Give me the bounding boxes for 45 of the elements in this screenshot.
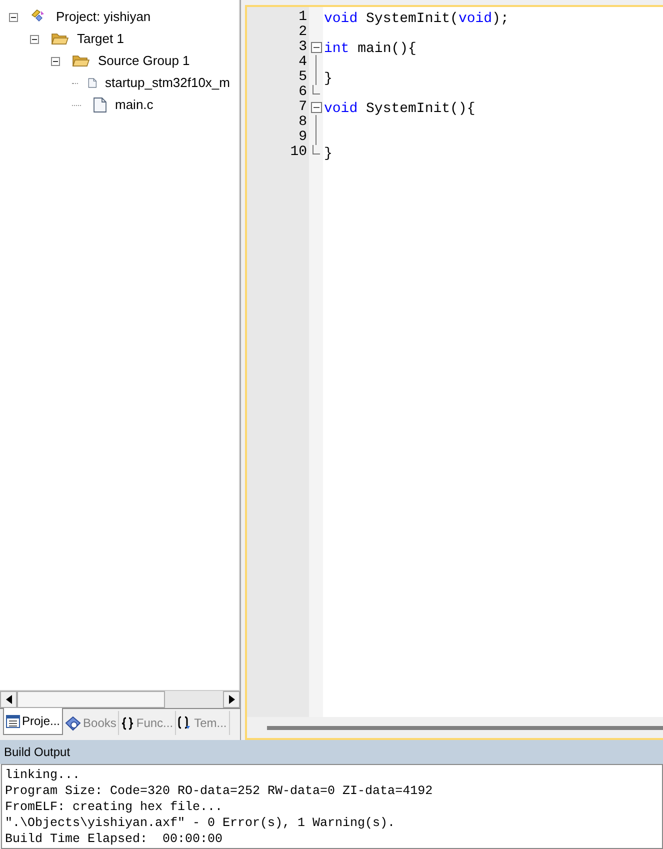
line-number: 7 xyxy=(298,100,307,115)
output-line: Program Size: Code=320 RO-data=252 RW-data=0 ZI-data=4192 xyxy=(5,783,433,799)
scroll-left-button[interactable] xyxy=(0,691,17,708)
left-arrow-icon xyxy=(6,695,12,704)
tree-item[interactable]: Target 1 xyxy=(77,29,124,49)
folder-icon xyxy=(72,54,90,68)
collapse-toggle[interactable] xyxy=(9,12,18,22)
code-line: void SystemInit(void); xyxy=(324,11,509,27)
tree-item[interactable]: Project: yishiyan xyxy=(56,7,151,27)
output-line: ".\Objects\yishiyan.axf" - 0 Error(s), 1 Warning(s). xyxy=(5,815,396,831)
line-number: 10 xyxy=(289,145,307,160)
line-number: 9 xyxy=(298,130,307,145)
panel-title: Build Output xyxy=(0,740,663,764)
output-line: FromELF: creating hex file... xyxy=(5,799,223,815)
collapse-toggle[interactable] xyxy=(30,34,39,44)
code-line: } xyxy=(324,146,332,162)
tree-item[interactable]: Source Group 1 xyxy=(98,51,190,71)
template-icon xyxy=(178,716,192,730)
code-line: void SystemInit(){ xyxy=(324,101,476,117)
scroll-thumb[interactable] xyxy=(267,726,663,730)
file-icon xyxy=(93,97,107,113)
line-number: 2 xyxy=(298,25,307,40)
line-number: 1 xyxy=(298,10,307,25)
code-line: } xyxy=(324,71,332,87)
braces-icon xyxy=(121,716,134,730)
line-number: 4 xyxy=(298,55,307,70)
panel-tab[interactable]: Proje... xyxy=(3,708,64,735)
right-arrow-icon xyxy=(228,695,234,704)
line-number: 6 xyxy=(298,85,307,100)
folder-icon xyxy=(51,32,69,46)
output-line: Build Time Elapsed: 00:00:00 xyxy=(5,831,223,847)
line-number: 3 xyxy=(298,40,307,55)
list-icon xyxy=(6,714,20,728)
horizontal-scrollbar[interactable] xyxy=(0,690,240,708)
tree-item[interactable]: startup_stm32f10x_m xyxy=(104,73,230,93)
scroll-right-button[interactable] xyxy=(223,691,240,708)
collapse-toggle[interactable] xyxy=(51,56,60,66)
fold-icon[interactable] xyxy=(310,42,322,53)
fold-icon[interactable] xyxy=(310,102,322,113)
scroll-thumb[interactable] xyxy=(17,691,165,708)
output-line: linking... xyxy=(5,767,80,783)
code-line: int main(){ xyxy=(324,41,416,57)
tree-item[interactable]: main.c xyxy=(115,95,154,115)
line-number: 8 xyxy=(298,115,307,130)
line-number: 5 xyxy=(298,70,307,85)
